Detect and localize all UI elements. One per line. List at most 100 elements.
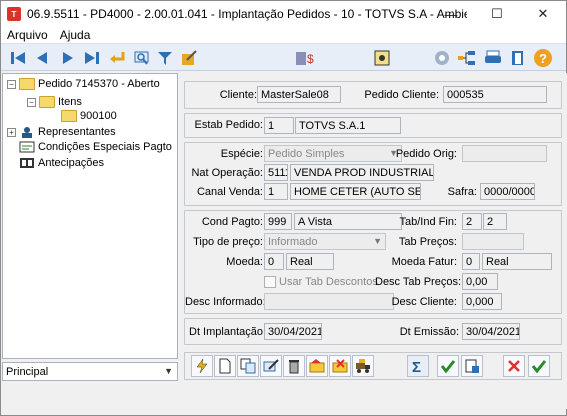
- harvest-field[interactable]: 0000/0000: [480, 183, 535, 200]
- tree-node-item[interactable]: 900100: [61, 110, 117, 122]
- client-field[interactable]: MasterSale08: [257, 86, 341, 103]
- new-document-icon[interactable]: [214, 355, 236, 377]
- informed-discount-field[interactable]: [264, 293, 394, 310]
- goto-icon[interactable]: [106, 47, 128, 69]
- billing-currency-code-field[interactable]: 0: [462, 253, 480, 270]
- menu-arquivo[interactable]: Arquivo: [1, 28, 54, 42]
- tree-label: Itens: [58, 96, 82, 108]
- previous-record-icon[interactable]: [31, 47, 53, 69]
- establishment-name-field[interactable]: TOTVS S.A.1: [295, 117, 401, 134]
- title-bar: T 06.9.5511 - PD4000 - 2.00.01.041 - Imp…: [1, 1, 566, 27]
- edit-icon[interactable]: [178, 47, 200, 69]
- next-record-icon[interactable]: [57, 47, 79, 69]
- sales-channel-label: Canal Venda:: [196, 186, 263, 198]
- tree-node-pedido[interactable]: − Pedido 7145370 - Aberto: [7, 78, 160, 90]
- tree-node-representantes[interactable]: + Representantes: [7, 126, 116, 138]
- close-button[interactable]: ✕: [520, 1, 566, 27]
- help-icon[interactable]: ?: [532, 47, 554, 69]
- edit-record-icon[interactable]: [260, 355, 282, 377]
- action-bar: Σ: [184, 352, 562, 380]
- financial-table-field[interactable]: 2: [462, 213, 482, 230]
- currency-desc-field[interactable]: Real: [286, 253, 334, 270]
- lightning-icon[interactable]: [191, 355, 213, 377]
- operation-nature-desc-field[interactable]: VENDA PROD INDUSTRIALIZADO: [290, 164, 434, 181]
- price-type-value: Informado: [268, 236, 318, 248]
- emission-date-field[interactable]: 30/04/2021: [462, 323, 520, 340]
- tree-expander[interactable]: −: [7, 79, 16, 89]
- copy-icon[interactable]: [237, 355, 259, 377]
- original-order-field[interactable]: [462, 145, 547, 162]
- maximize-button[interactable]: ☐: [474, 1, 520, 27]
- tree-expander[interactable]: −: [27, 97, 36, 107]
- first-record-icon[interactable]: [7, 47, 29, 69]
- print-icon[interactable]: [482, 47, 504, 69]
- tree-expander[interactable]: +: [7, 127, 16, 137]
- implantation-date-field[interactable]: 30/04/2021: [264, 323, 322, 340]
- operation-nature-label: Nat Operação:: [191, 167, 263, 179]
- chevron-down-icon: ▼: [164, 366, 173, 376]
- save-print-icon[interactable]: [461, 355, 483, 377]
- payment-condition-code-field[interactable]: 999: [264, 213, 292, 230]
- confirm-icon[interactable]: [437, 355, 459, 377]
- sales-channel-code-field[interactable]: 1: [264, 183, 288, 200]
- tree-node-condicoes[interactable]: Condições Especiais Pagto: [19, 141, 172, 153]
- view-select-value: Principal: [6, 365, 49, 378]
- cancel-folder-icon[interactable]: [329, 355, 351, 377]
- minimize-button[interactable]: —: [428, 1, 474, 27]
- sum-icon[interactable]: Σ: [407, 355, 429, 377]
- chevron-down-icon: ▼: [373, 236, 382, 246]
- calculator-icon[interactable]: $: [295, 47, 317, 69]
- svg-text:Σ: Σ: [412, 359, 421, 374]
- window-title: 06.9.5511 - PD4000 - 2.00.01.041 - Impla…: [27, 7, 467, 21]
- folder-icon: [61, 110, 77, 122]
- internet-icon[interactable]: [431, 47, 453, 69]
- navigation-tree: − Pedido 7145370 - Aberto − Itens 900100…: [2, 73, 178, 359]
- original-order-label: Pedido Orig:: [395, 148, 457, 160]
- currency-label: Moeda:: [226, 256, 263, 268]
- search-icon[interactable]: [131, 47, 153, 69]
- implantation-date-label: Dt Implantação:: [189, 326, 267, 338]
- last-record-icon[interactable]: [81, 47, 103, 69]
- payment-condition-label: Cond Pagto:: [201, 216, 263, 228]
- client-panel: Cliente: MasterSale08 Pedido Cliente: 00…: [184, 81, 562, 109]
- price-table-label: Tab Preços:: [398, 236, 457, 248]
- financial-index-field[interactable]: 2: [483, 213, 507, 230]
- hierarchy-icon[interactable]: [456, 47, 478, 69]
- delete-icon[interactable]: [283, 355, 305, 377]
- document-icon[interactable]: [371, 47, 393, 69]
- order-type-panel: Espécie: Pedido Simples ▼ Pedido Orig: Na…: [184, 142, 562, 206]
- establishment-code-field[interactable]: 1: [264, 117, 294, 134]
- tree-node-itens[interactable]: − Itens: [27, 96, 82, 108]
- operation-nature-code-field[interactable]: 5111: [264, 164, 288, 181]
- client-discount-field[interactable]: 0,000: [462, 293, 502, 310]
- currency-code-field[interactable]: 0: [264, 253, 284, 270]
- billing-currency-desc-field[interactable]: Real: [482, 253, 552, 270]
- truck-icon[interactable]: [352, 355, 374, 377]
- exit-icon[interactable]: [507, 47, 529, 69]
- payment-panel: Cond Pagto: 999 A Vista Tab/Ind Fin: 2 2…: [184, 210, 562, 314]
- use-discount-table-checkbox[interactable]: [264, 276, 276, 288]
- species-select[interactable]: Pedido Simples ▼: [264, 145, 402, 162]
- emission-date-label: Dt Emissão:: [399, 326, 459, 338]
- ok-icon[interactable]: [528, 355, 550, 377]
- sales-channel-desc-field[interactable]: HOME CETER (AUTO SERVI&#1!: [290, 183, 421, 200]
- price-type-select[interactable]: Informado ▼: [264, 233, 386, 250]
- payment-condition-desc-field[interactable]: A Vista: [294, 213, 402, 230]
- svg-text:?: ?: [539, 51, 547, 66]
- menu-ajuda[interactable]: Ajuda: [54, 28, 97, 42]
- cancel-icon[interactable]: [503, 355, 525, 377]
- view-select[interactable]: Principal ▼: [2, 362, 178, 381]
- informed-discount-label: Desc Informado:: [185, 296, 266, 308]
- filter-icon[interactable]: [154, 47, 176, 69]
- establishment-panel: Estab Pedido: 1 TOTVS S.A.1: [184, 113, 562, 138]
- price-table-discount-field[interactable]: 0,00: [462, 273, 498, 290]
- tree-node-antecipacoes[interactable]: Antecipações: [19, 157, 104, 169]
- toolbar: $ ?: [1, 43, 566, 71]
- use-discount-table-label: Usar Tab Descontos: [279, 276, 378, 288]
- client-order-field[interactable]: 000535: [443, 86, 547, 103]
- menu-bar: Arquivo Ajuda: [1, 27, 566, 43]
- price-table-field[interactable]: [462, 233, 524, 250]
- representatives-icon: [19, 126, 35, 138]
- open-folder-icon[interactable]: [306, 355, 328, 377]
- folder-icon: [19, 78, 35, 90]
